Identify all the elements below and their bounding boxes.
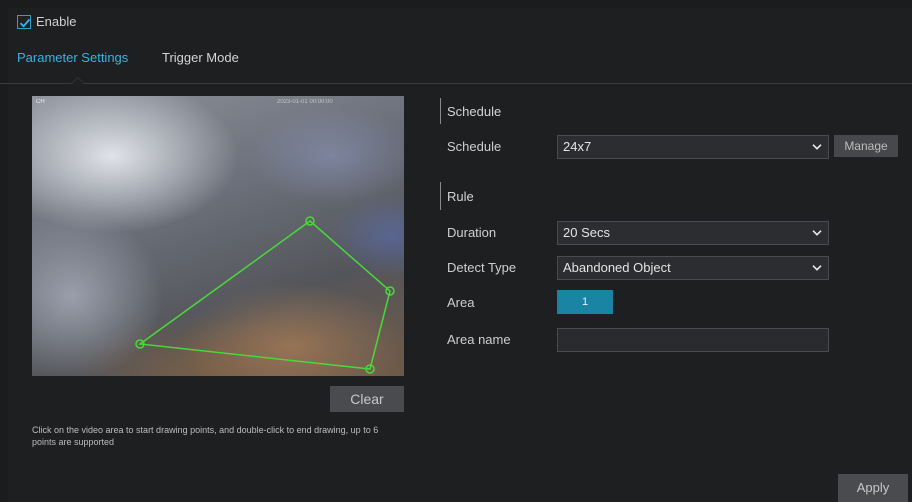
check-icon	[19, 18, 31, 28]
schedule-section-bar	[440, 98, 441, 124]
schedule-section-title: Schedule	[447, 104, 502, 119]
polygon-outline	[137, 220, 391, 370]
schedule-value: 24x7	[563, 139, 592, 154]
video-preview[interactable]: CH 2023-01-01 00:00:00	[32, 96, 404, 376]
area-1-button[interactable]: 1	[557, 290, 613, 314]
detect-type-select[interactable]: Abandoned Object	[557, 256, 829, 280]
drawing-hint: Click on the video area to start drawing…	[32, 425, 379, 447]
tab-parameter-settings[interactable]: Parameter Settings	[17, 50, 128, 65]
apply-button[interactable]: Apply	[838, 474, 908, 502]
duration-value: 20 Secs	[563, 225, 610, 240]
area-name-label: Area name	[447, 332, 511, 347]
area-name-input[interactable]	[557, 328, 829, 352]
duration-select[interactable]: 20 Secs	[557, 221, 829, 245]
schedule-select[interactable]: 24x7	[557, 135, 829, 159]
detect-type-label: Detect Type	[447, 260, 517, 275]
enable-row[interactable]: Enable	[17, 14, 76, 29]
rule-section-bar	[440, 182, 441, 210]
tab-trigger-mode[interactable]: Trigger Mode	[162, 50, 239, 65]
chevron-down-icon	[812, 265, 822, 271]
rule-section-title: Rule	[447, 189, 474, 204]
manage-button[interactable]: Manage	[834, 135, 898, 157]
duration-label: Duration	[447, 225, 497, 240]
enable-label: Enable	[36, 14, 77, 29]
detection-area-polygon[interactable]	[32, 96, 404, 376]
detect-type-value: Abandoned Object	[563, 260, 671, 275]
clear-button[interactable]: Clear	[330, 386, 404, 412]
area-label: Area	[447, 295, 475, 310]
chevron-down-icon	[812, 230, 822, 236]
chevron-down-icon	[812, 144, 822, 150]
schedule-label: Schedule	[447, 139, 502, 154]
active-tab-indicator	[71, 77, 85, 84]
tab-bar: Parameter Settings Trigger Mode	[0, 40, 912, 84]
enable-checkbox[interactable]	[17, 14, 31, 29]
